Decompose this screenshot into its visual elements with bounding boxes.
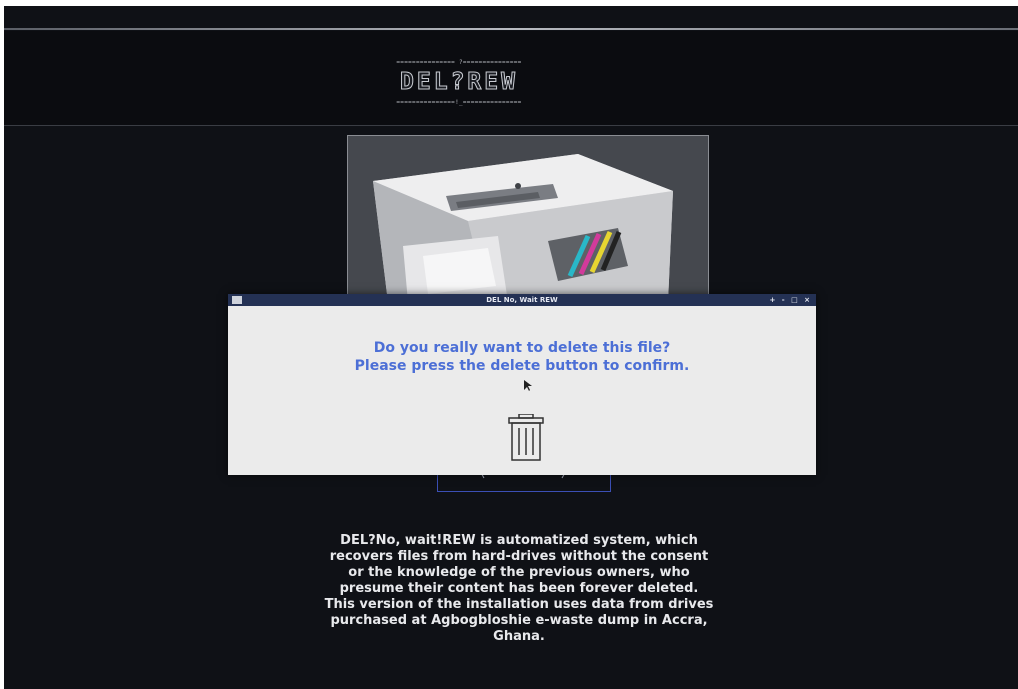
delete-confirm-dialog: DEL No, Wait REW + - □ × Do you really w… bbox=[228, 294, 816, 475]
confirm-message-line2: Please press the delete button to confir… bbox=[354, 358, 690, 374]
page-header: =============== ?=============== DEL?REW… bbox=[4, 31, 1018, 126]
dialog-title: DEL No, Wait REW bbox=[486, 296, 558, 304]
monitor-bezel-edge bbox=[4, 28, 1018, 30]
mouse-cursor-icon bbox=[524, 380, 532, 391]
logo-text: DEL?REW bbox=[400, 69, 518, 96]
logo-bottom-rule: ===============!_=============== bbox=[396, 99, 522, 106]
logo-top-rule: =============== ?=============== bbox=[396, 59, 522, 66]
recovered-file-image bbox=[347, 135, 709, 303]
project-description: DEL?No, wait!REW is automatized system, … bbox=[324, 533, 714, 644]
window-menu-icon[interactable] bbox=[232, 296, 242, 304]
confirm-message: Do you really want to delete this file? … bbox=[228, 339, 816, 375]
printer-image bbox=[348, 136, 708, 302]
monitor-screen: =============== ?=============== DEL?REW… bbox=[4, 6, 1018, 689]
window-controls[interactable]: + - □ × bbox=[769, 294, 812, 306]
trash-icon[interactable] bbox=[507, 414, 545, 462]
dialog-titlebar[interactable]: DEL No, Wait REW + - □ × bbox=[228, 294, 816, 306]
confirm-message-line1: Do you really want to delete this file? bbox=[373, 340, 671, 356]
site-logo[interactable]: =============== ?=============== DEL?REW… bbox=[384, 59, 534, 106]
